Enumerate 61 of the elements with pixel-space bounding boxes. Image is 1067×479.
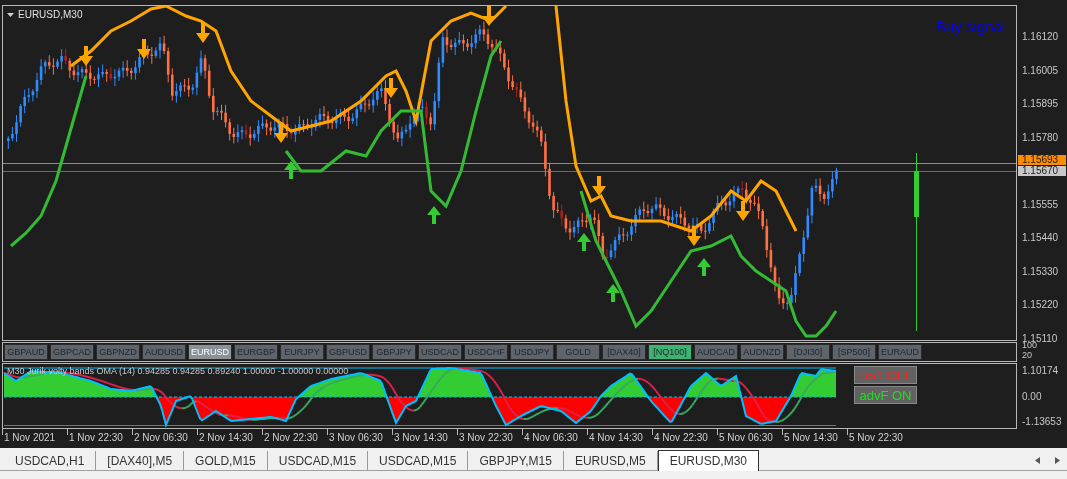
chart-tab[interactable]: GBPJPY,M15 — [468, 451, 564, 470]
chart-tab[interactable]: EURUSD,M30 — [657, 450, 759, 471]
time-label: 5 Nov 06:30 — [719, 432, 773, 443]
symbol-button[interactable]: [DJI30] — [786, 344, 830, 360]
time-label: 4 Nov 22:30 — [654, 432, 708, 443]
symbol-button[interactable]: USDCHF — [464, 344, 508, 360]
symbol-button[interactable]: [DAX40] — [602, 344, 646, 360]
time-label: 5 Nov 14:30 — [784, 432, 838, 443]
chart-tab[interactable]: GOLD,M15 — [184, 451, 268, 470]
chart-tab[interactable]: USDCAD,M15 — [267, 451, 369, 470]
time-label: 2 Nov 06:30 — [134, 432, 188, 443]
time-label: 3 Nov 22:30 — [459, 432, 513, 443]
time-label: 5 Nov 22:30 — [849, 432, 903, 443]
price-label: 1.15780 — [1022, 131, 1059, 143]
indicator-title: M30 Jurik volty bands OMA (14) 0.94285 0.94285 0.89240 1.00000 -1.00000 0.00000 — [7, 366, 349, 376]
price-label: 20 — [1022, 350, 1032, 361]
symbol-button[interactable]: [NQ100] — [648, 344, 692, 360]
price-label: 1.16120 — [1022, 31, 1059, 42]
price-label: 1.15555 — [1022, 198, 1059, 210]
symbol-button[interactable]: EURUSD — [188, 344, 232, 360]
time-label: 1 Nov 2021 — [4, 432, 56, 443]
symbol-button[interactable]: EURGBP — [234, 344, 278, 360]
price-label: 1.15440 — [1022, 232, 1059, 243]
time-label: 4 Nov 14:30 — [589, 432, 643, 443]
symbol-button[interactable]: GBPAUD — [4, 344, 48, 360]
chart-tab[interactable]: [DAX40],M5 — [96, 451, 185, 470]
chart-title: EURUSD,M30 — [18, 9, 83, 20]
symbol-button[interactable]: GBPNZD — [96, 344, 140, 360]
price-label: 1.15220 — [1022, 299, 1059, 310]
symbol-button[interactable]: AUDCAD — [694, 344, 738, 360]
chart-tab[interactable]: EURUSD,M5 — [563, 451, 658, 470]
symbol-button[interactable]: USDCAD — [418, 344, 462, 360]
time-label: 3 Nov 06:30 — [329, 432, 383, 443]
symbol-button[interactable]: EURJPY — [280, 344, 324, 360]
toggle-button[interactable]: advF ON — [854, 386, 917, 404]
time-label: 1 Nov 22:30 — [69, 432, 123, 443]
toggle-button[interactable]: Lrs1 OFF — [854, 366, 917, 384]
symbol-button[interactable]: GBPJPY — [372, 344, 416, 360]
symbol-button[interactable]: GBPCAD — [50, 344, 94, 360]
symbol-button[interactable]: AUDUSD — [142, 344, 186, 360]
signal-text: Buy signal — [936, 18, 1006, 35]
chart-tab[interactable]: USDCAD,H1 — [4, 451, 97, 470]
price-label: -1.13653 — [1022, 416, 1062, 427]
symbol-button[interactable]: AUDNZD — [740, 344, 784, 360]
symbol-button[interactable]: USDJPY — [510, 344, 554, 360]
price-label: 1.15895 — [1022, 98, 1059, 109]
price-label: 1.15330 — [1022, 265, 1059, 277]
time-label: 2 Nov 22:30 — [264, 432, 318, 443]
time-label: 2 Nov 14:30 — [199, 432, 253, 443]
price-label: 1.10174 — [1022, 365, 1059, 376]
price-label: 1.16005 — [1022, 64, 1059, 76]
symbol-button[interactable]: GOLD — [556, 344, 600, 360]
price-label: 0.00 — [1022, 390, 1042, 402]
time-label: 4 Nov 06:30 — [524, 432, 578, 443]
chart-tab[interactable]: USDCAD,M15 — [368, 451, 469, 470]
price-tag: 1.15670 — [1018, 166, 1066, 176]
symbol-button[interactable]: EURAUD — [878, 344, 922, 360]
bid-price-tag: 1.15693 — [1018, 155, 1066, 165]
symbol-button[interactable]: [SP500] — [832, 344, 876, 360]
symbol-button[interactable]: GBPUSD — [326, 344, 370, 360]
time-label: 3 Nov 14:30 — [394, 432, 448, 443]
